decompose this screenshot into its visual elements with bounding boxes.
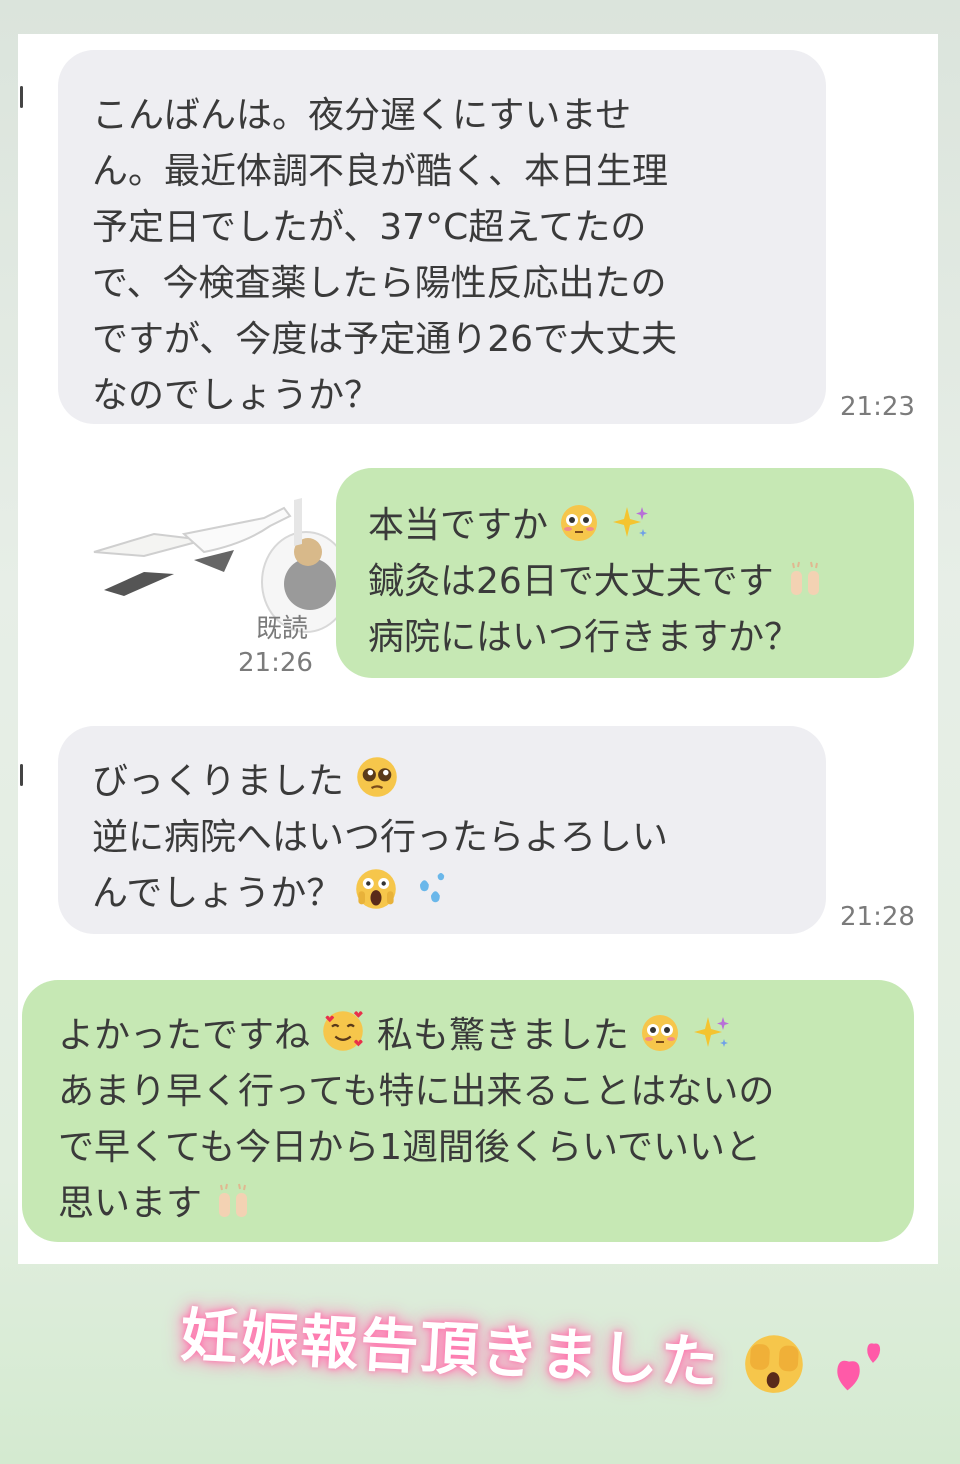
message-text-line: なのでしょうか？ <box>92 375 381 416</box>
scream-face-icon <box>355 869 396 909</box>
message-timestamp: 21:23 <box>840 392 915 422</box>
message-bubble-sent-1[interactable]: 本当ですか 鍼灸は26日で大丈夫です 病院にはいつ行きますか？ <box>336 468 914 678</box>
message-text: よかったですね <box>58 1015 311 1056</box>
story-caption: 妊娠報告頂きました <box>177 1288 942 1448</box>
message-text-line: 鍼灸は26日で大丈夫です <box>368 554 894 610</box>
message-marker <box>20 86 23 108</box>
face-with-hands-over-eyes-icon <box>745 1335 803 1393</box>
message-marker <box>20 764 23 786</box>
message-text-line: ん。最近体調不良が酷く、本日生理 <box>92 151 669 192</box>
message-text-line: んでしょうか？ <box>92 866 796 922</box>
message-text: 思います <box>58 1183 203 1224</box>
message-text-line: で、今検査薬したら陽性反応出たの <box>92 263 667 304</box>
sparkles-icon <box>612 507 648 537</box>
two-hearts-icon <box>837 1343 881 1391</box>
message-text: 本当ですか <box>368 505 549 546</box>
message-text-line: 本当ですか <box>368 498 894 554</box>
sweat-droplets-icon <box>420 873 445 903</box>
message-text-line: びっくりました <box>92 754 796 810</box>
message-text-line: 逆に病院へはいつ行ったらよろしい <box>92 817 669 858</box>
message-text-line: 予定日でしたが、37°C超えてたの <box>92 207 647 248</box>
message-text-line: 病院にはいつ行きますか？ <box>368 617 801 658</box>
message-text-line: 思います <box>58 1176 894 1232</box>
message-timestamp: 21:28 <box>840 902 915 932</box>
message-text: んでしょうか？ <box>92 873 343 914</box>
message-text-line: あまり早く行っても特に出来ることはないの <box>58 1071 775 1112</box>
message-bubble-received-1[interactable]: こんばんは。夜分遅くにすいませ ん。最近体調不良が酷く、本日生理 予定日でしたが… <box>58 50 826 424</box>
caption-text: 妊娠報告頂きました <box>178 1301 722 1398</box>
message-text: 鍼灸は26日で大丈夫です <box>368 561 774 602</box>
smiling-hearts-face-icon <box>323 1011 364 1051</box>
message-bubble-sent-2[interactable]: よかったですね 私も驚きました あまり早く行っても特に出来ることはないの で早く… <box>22 980 914 1242</box>
flushed-face-icon <box>642 1015 679 1051</box>
message-text-line: ですが、今度は予定通り26で大丈夫 <box>92 319 678 360</box>
pleading-face-icon <box>357 757 398 797</box>
raised-hands-icon <box>791 561 820 595</box>
message-timestamp: 21:26 <box>238 648 313 678</box>
message-bubble-received-2[interactable]: びっくりました 逆に病院へはいつ行ったらよろしい んでしょうか？ <box>58 726 826 934</box>
stork-sticker <box>93 498 351 633</box>
read-receipt: 既読 <box>256 614 309 644</box>
raised-hands-icon <box>219 1183 248 1217</box>
sparkles-icon <box>693 1017 729 1047</box>
flushed-face-icon <box>561 505 598 541</box>
message-text: びっくりました <box>92 761 345 802</box>
message-text: 私も驚きました <box>376 1015 629 1056</box>
message-text-line: こんばんは。夜分遅くにすいませ <box>92 95 632 136</box>
chat-screen: こんばんは。夜分遅くにすいませ ん。最近体調不良が酷く、本日生理 予定日でしたが… <box>18 34 938 1264</box>
message-text-line: よかったですね 私も驚きました <box>58 1008 894 1064</box>
message-text-line: で早くても今日から1週間後くらいでいいと <box>58 1127 761 1168</box>
